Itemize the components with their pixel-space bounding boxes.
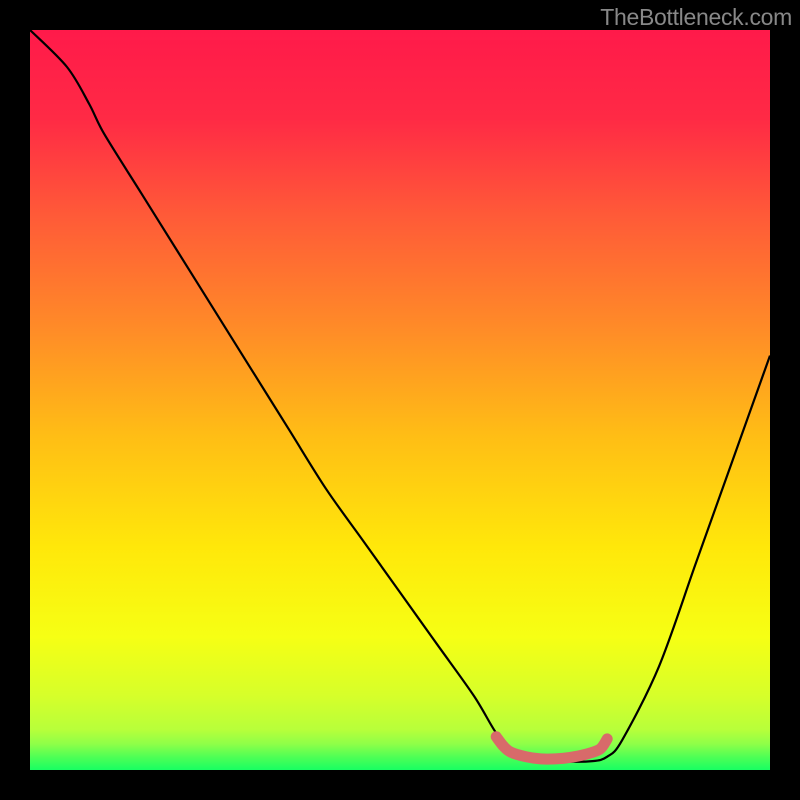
gradient-background [30,30,770,770]
chart-container: TheBottleneck.com [0,0,800,800]
watermark-text: TheBottleneck.com [600,4,792,31]
chart-svg [30,30,770,770]
plot-area [30,30,770,770]
